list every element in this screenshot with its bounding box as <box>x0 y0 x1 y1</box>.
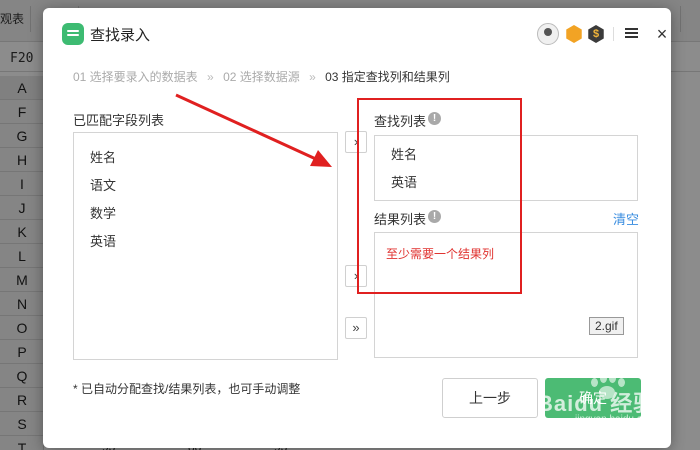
close-icon[interactable]: × <box>653 25 671 43</box>
auto-assign-hint: * 已自动分配查找/结果列表，也可手动调整 <box>73 382 301 396</box>
list-item[interactable]: 英语 <box>90 231 116 250</box>
menu-icon[interactable] <box>625 28 638 39</box>
dialog-title: 查找录入 <box>90 27 151 44</box>
list-item[interactable]: 数学 <box>90 203 116 222</box>
gif-label: 2.gif <box>589 317 624 335</box>
previous-step-button[interactable]: 上一步 <box>442 378 538 418</box>
step-1[interactable]: 01 选择要录入的数据表 <box>73 70 198 84</box>
dollar-badge-icon[interactable]: $ <box>588 25 604 43</box>
app-icon <box>62 23 84 45</box>
matched-fields-label: 已匹配字段列表 <box>73 113 165 128</box>
vip-badge-icon[interactable] <box>566 25 582 43</box>
avatar[interactable] <box>537 23 559 45</box>
dialog-header: 查找录入 $ × <box>43 8 671 60</box>
baidu-watermark: Baidu 经验 jingyan.baidu.com <box>537 374 677 434</box>
step-breadcrumb: 01 选择要录入的数据表 » 02 选择数据源 » 03 指定查找列和结果列 <box>73 68 450 85</box>
header-divider <box>613 27 614 41</box>
list-item[interactable]: 姓名 <box>90 147 116 166</box>
step-2[interactable]: 02 选择数据源 <box>223 70 300 84</box>
list-item[interactable]: 语文 <box>90 175 116 194</box>
step-3-current: 03 指定查找列和结果列 <box>325 70 450 84</box>
matched-fields-list[interactable]: 姓名 语文 数学 英语 <box>73 132 338 360</box>
watermark-url: jingyan.baidu.com <box>575 414 656 425</box>
annotation-highlight-box <box>357 98 522 294</box>
chevron-double-right-icon: » <box>207 70 214 84</box>
move-all-button[interactable]: » <box>345 317 367 339</box>
clear-result-link[interactable]: 清空 <box>613 209 639 228</box>
chevron-double-right-icon: » <box>309 70 316 84</box>
